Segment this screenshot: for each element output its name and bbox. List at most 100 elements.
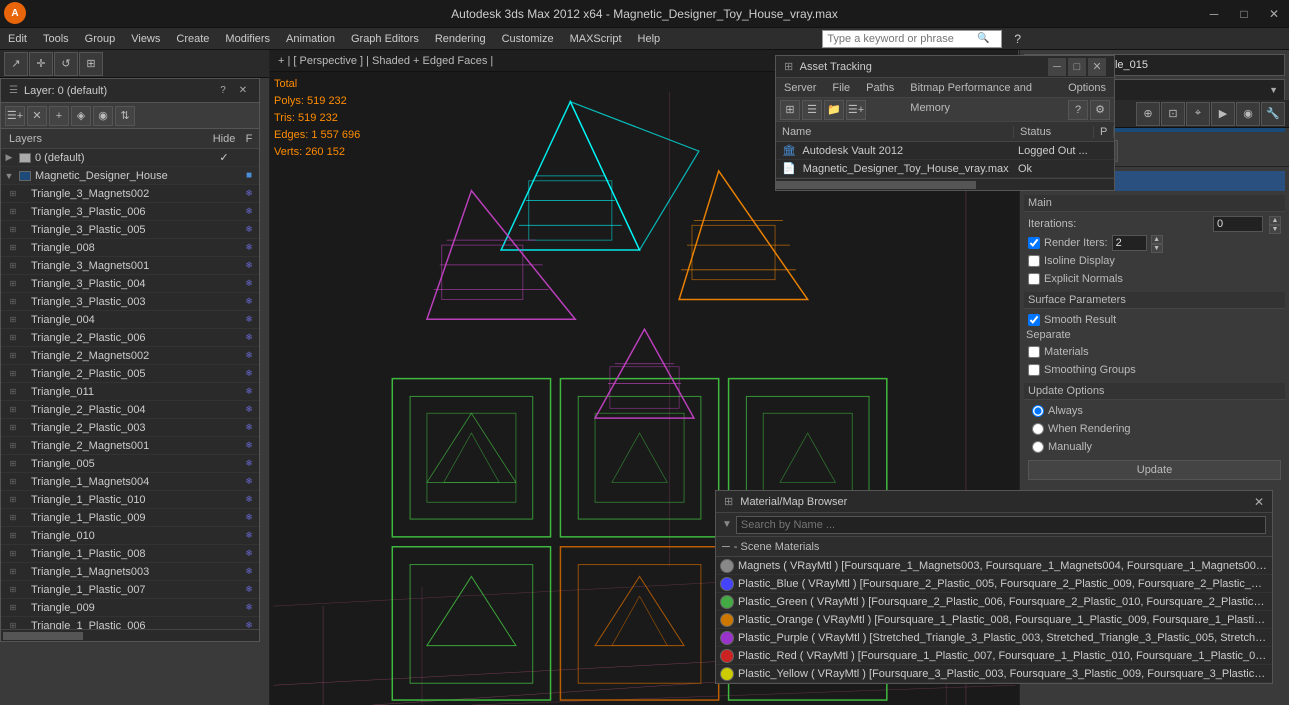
at-menu-server[interactable]: Server xyxy=(776,78,824,98)
layer-item[interactable]: ⊞ Triangle_2_Plastic_005 ❄ xyxy=(1,365,259,383)
material-row[interactable]: Plastic_Yellow ( VRayMtl ) [Foursquare_3… xyxy=(716,665,1272,683)
at-tool-4[interactable]: ☰+ xyxy=(846,100,866,120)
manually-radio[interactable] xyxy=(1032,441,1044,453)
iterations-up[interactable]: ▲ xyxy=(1269,216,1281,225)
material-row[interactable]: Plastic_Red ( VRayMtl ) [Foursquare_1_Pl… xyxy=(716,647,1272,665)
layer-item[interactable]: ⊞ Triangle_2_Plastic_003 ❄ xyxy=(1,419,259,437)
at-menu-paths[interactable]: Paths xyxy=(858,78,902,98)
move-tool[interactable]: ✛ xyxy=(29,52,53,76)
layer-item[interactable]: ⊞ Triangle_1_Plastic_006 ❄ xyxy=(1,617,259,629)
close-button[interactable]: ✕ xyxy=(1259,0,1289,28)
layer-item[interactable]: ⊞ Triangle_1_Plastic_010 ❄ xyxy=(1,491,259,509)
when-render-radio[interactable] xyxy=(1032,423,1044,435)
materials-checkbox[interactable] xyxy=(1028,346,1040,358)
layer-visibility-check[interactable]: ✓ xyxy=(209,151,239,164)
asset-row[interactable]: 🏛 Autodesk Vault 2012 Logged Out ... xyxy=(776,142,1114,160)
at-menu-bitmap[interactable]: Bitmap Performance and Memory xyxy=(902,78,1060,98)
asset-tracking-close[interactable]: ✕ xyxy=(1088,58,1106,76)
layer-item[interactable]: ⊞ Triangle_2_Plastic_006 ❄ xyxy=(1,329,259,347)
at-tool-1[interactable]: ⊞ xyxy=(780,100,800,120)
menu-item-tools[interactable]: Tools xyxy=(35,28,77,50)
menu-item-create[interactable]: Create xyxy=(168,28,217,50)
material-row[interactable]: Plastic_Purple ( VRayMtl ) [Stretched_Tr… xyxy=(716,629,1272,647)
at-menu-options[interactable]: Options xyxy=(1060,78,1114,98)
layer-item[interactable]: ⊞ Triangle_1_Plastic_007 ❄ xyxy=(1,581,259,599)
layer-item[interactable]: ⊞ Triangle_004 ❄ xyxy=(1,311,259,329)
render-iters-input[interactable]: 2 xyxy=(1112,235,1147,251)
menu-item-graph-editors[interactable]: Graph Editors xyxy=(343,28,427,50)
update-button[interactable]: Update xyxy=(1028,460,1281,480)
menu-item-views[interactable]: Views xyxy=(123,28,168,50)
layer-item[interactable]: ⊞ Triangle_2_Magnets001 ❄ xyxy=(1,437,259,455)
layer-item[interactable]: ⊞ Triangle_1_Plastic_008 ❄ xyxy=(1,545,259,563)
layer-highlight-btn[interactable]: ◉ xyxy=(93,106,113,126)
always-radio[interactable] xyxy=(1032,405,1044,417)
layer-select-btn[interactable]: ◈ xyxy=(71,106,91,126)
layer-item[interactable]: ⊞ Triangle_1_Magnets004 ❄ xyxy=(1,473,259,491)
layer-item[interactable]: ⊞ Triangle_011 ❄ xyxy=(1,383,259,401)
menu-item-customize[interactable]: Customize xyxy=(494,28,562,50)
menu-item-rendering[interactable]: Rendering xyxy=(427,28,494,50)
layer-item[interactable]: ⊞ Triangle_3_Magnets002 ❄ xyxy=(1,185,259,203)
layer-item[interactable]: ⊞ Triangle_3_Plastic_003 ❄ xyxy=(1,293,259,311)
smoothing-groups-checkbox[interactable] xyxy=(1028,364,1040,376)
layers-help-btn[interactable]: ? xyxy=(215,83,231,99)
menu-item-animation[interactable]: Animation xyxy=(278,28,343,50)
menu-item-edit[interactable]: Edit xyxy=(0,28,35,50)
select-tool[interactable]: ↗ xyxy=(4,52,28,76)
material-row[interactable]: Magnets ( VRayMtl ) [Foursquare_1_Magnet… xyxy=(716,557,1272,575)
layer-item[interactable]: ⊞ Triangle_3_Plastic_004 ❄ xyxy=(1,275,259,293)
asset-tracking-restore[interactable]: □ xyxy=(1068,58,1086,76)
layer-item[interactable]: ⊞ Triangle_3_Magnets001 ❄ xyxy=(1,257,259,275)
iterations-spinner[interactable]: ▲ ▼ xyxy=(1269,216,1281,232)
menu-item-modifiers[interactable]: Modifiers xyxy=(217,28,278,50)
search-input[interactable] xyxy=(827,33,969,45)
at-menu-file[interactable]: File xyxy=(824,78,858,98)
menu-item-maxscript[interactable]: MAXScript xyxy=(562,28,630,50)
layer-item[interactable]: ▼ Magnetic_Designer_House ■ xyxy=(1,167,259,185)
layer-add-btn[interactable]: + xyxy=(49,106,69,126)
layer-merge-btn[interactable]: ⇅ xyxy=(115,106,135,126)
asset-tracking-scrollbar[interactable] xyxy=(776,178,1114,190)
smooth-result-checkbox[interactable] xyxy=(1028,314,1040,326)
menu-item-help[interactable]: Help xyxy=(630,28,669,50)
asset-row[interactable]: 📄 Magnetic_Designer_Toy_House_vray.max O… xyxy=(776,160,1114,178)
layer-item[interactable]: ⊞ Triangle_3_Plastic_006 ❄ xyxy=(1,203,259,221)
iterations-down[interactable]: ▼ xyxy=(1269,225,1281,234)
rotate-tool[interactable]: ↺ xyxy=(54,52,78,76)
iterations-input[interactable]: 0 xyxy=(1213,216,1263,232)
at-help[interactable]: ? xyxy=(1068,100,1088,120)
at-settings[interactable]: ⚙ xyxy=(1090,100,1110,120)
utilities-tab[interactable]: 🔧 xyxy=(1261,102,1285,126)
at-tool-3[interactable]: 📁 xyxy=(824,100,844,120)
layer-item[interactable]: ⊞ Triangle_005 ❄ xyxy=(1,455,259,473)
layer-item[interactable]: ⊞ Triangle_1_Magnets003 ❄ xyxy=(1,563,259,581)
hierarchy-tab[interactable]: ⌖ xyxy=(1186,102,1210,126)
render-iters-up[interactable]: ▲ xyxy=(1151,235,1163,244)
render-iters-checkbox[interactable] xyxy=(1028,237,1040,249)
layer-item[interactable]: ⊞ Triangle_008 ❄ xyxy=(1,239,259,257)
restore-button[interactable]: □ xyxy=(1229,0,1259,28)
layers-scrollbar-thumb[interactable] xyxy=(3,632,83,640)
layer-item[interactable]: ⊞ Triangle_1_Plastic_009 ❄ xyxy=(1,509,259,527)
material-row[interactable]: Plastic_Green ( VRayMtl ) [Foursquare_2_… xyxy=(716,593,1272,611)
minimize-button[interactable]: ─ xyxy=(1199,0,1229,28)
layers-horizontal-scrollbar[interactable] xyxy=(1,629,259,641)
motion-tab[interactable]: ▶ xyxy=(1211,102,1235,126)
menu-item-group[interactable]: Group xyxy=(77,28,124,50)
layer-new-btn[interactable]: ☰+ xyxy=(5,106,25,126)
layer-item[interactable]: ⊞ Triangle_2_Magnets002 ❄ xyxy=(1,347,259,365)
layers-list[interactable]: ▶ 0 (default) ✓ ▼ Magnetic_Designer_Hous… xyxy=(1,149,259,629)
layer-item[interactable]: ⊞ Triangle_009 ❄ xyxy=(1,599,259,617)
modify-tab[interactable]: ⊡ xyxy=(1161,102,1185,126)
isoline-checkbox[interactable] xyxy=(1028,255,1040,267)
search-help-btn[interactable]: ? xyxy=(1006,28,1029,50)
render-iters-spinner[interactable]: ▲ ▼ xyxy=(1151,235,1163,251)
layer-item[interactable]: ⊞ Triangle_2_Plastic_004 ❄ xyxy=(1,401,259,419)
create-tab[interactable]: ⊕ xyxy=(1136,102,1160,126)
explicit-normals-checkbox[interactable] xyxy=(1028,273,1040,285)
material-row[interactable]: Plastic_Blue ( VRayMtl ) [Foursquare_2_P… xyxy=(716,575,1272,593)
layer-delete-btn[interactable]: ✕ xyxy=(27,106,47,126)
layer-item[interactable]: ⊞ Triangle_3_Plastic_005 ❄ xyxy=(1,221,259,239)
asset-tracking-minimize[interactable]: ─ xyxy=(1048,58,1066,76)
